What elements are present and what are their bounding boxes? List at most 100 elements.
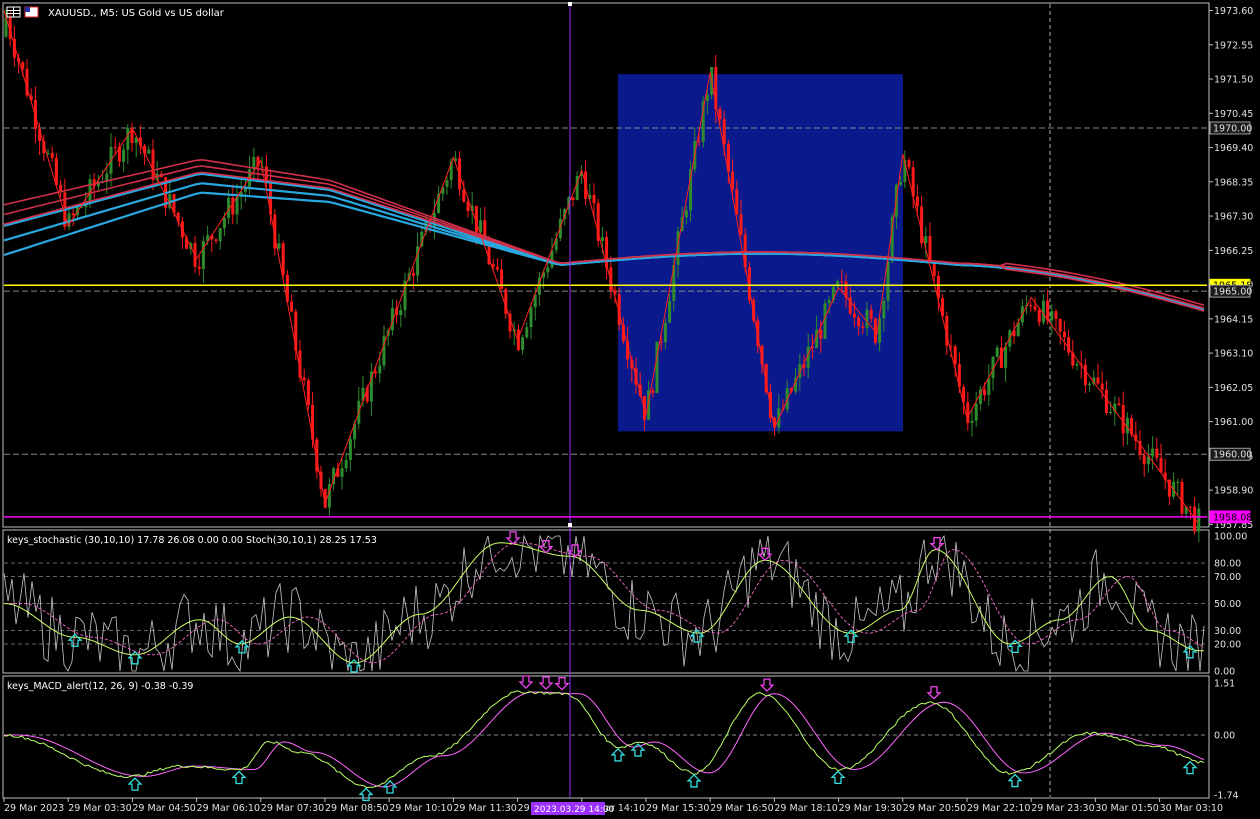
candle-body bbox=[525, 327, 529, 338]
candle-body bbox=[311, 404, 315, 440]
candle-body bbox=[1109, 411, 1113, 413]
candle-body bbox=[722, 119, 726, 145]
candle-body bbox=[1062, 331, 1066, 338]
candle-body bbox=[869, 309, 873, 319]
price-tick-label: 1970.45 bbox=[1214, 109, 1253, 120]
candle-body bbox=[1197, 508, 1201, 532]
time-tick-label: 29 Mar 03:30 bbox=[68, 803, 131, 814]
candle-body bbox=[411, 273, 415, 276]
candle-body bbox=[231, 197, 235, 215]
trading-chart[interactable]: 1973.60 1972.55 1971.50 1970.45 1969.40 1968.… bbox=[0, 0, 1260, 819]
stoch-tick-label: 80.00 bbox=[1214, 559, 1241, 570]
time-tick-label: 29 Mar 20:50 bbox=[903, 803, 966, 814]
candle-body bbox=[882, 300, 886, 319]
candle-body bbox=[1155, 448, 1159, 459]
candle-body bbox=[1054, 311, 1058, 319]
macd-panel[interactable] bbox=[2, 675, 1210, 799]
candle-body bbox=[668, 301, 672, 323]
candle-body bbox=[399, 310, 403, 316]
candle-body bbox=[21, 62, 25, 69]
macd-tick-label: 0.00 bbox=[1214, 731, 1235, 742]
candle-body bbox=[840, 281, 844, 283]
candle-body bbox=[592, 194, 596, 204]
price-tick-label: 1966.25 bbox=[1214, 246, 1253, 257]
candle-body bbox=[1004, 346, 1008, 368]
candle-body bbox=[861, 326, 865, 328]
macd-tick-label: -1.74 bbox=[1214, 791, 1239, 802]
time-tick-label: 30 Mar 03:10 bbox=[1160, 803, 1223, 814]
candle-body bbox=[735, 189, 739, 215]
candle-body bbox=[126, 128, 130, 150]
candle-body bbox=[378, 365, 382, 374]
candle-body bbox=[899, 182, 903, 185]
candle-body bbox=[344, 459, 348, 469]
candle-body bbox=[1188, 506, 1192, 508]
candle-body bbox=[348, 439, 352, 460]
candle-body bbox=[340, 468, 344, 477]
candle-body bbox=[1083, 364, 1087, 386]
chart-title: XAUUSD., M5: US Gold vs US dollar bbox=[48, 8, 225, 19]
time-tick-label: 29 Mar 15:30 bbox=[646, 803, 709, 814]
candle-body bbox=[1117, 403, 1121, 405]
candle-body bbox=[852, 313, 856, 318]
price-badge-label: 1958.08 bbox=[1213, 512, 1252, 523]
candle-body bbox=[718, 108, 722, 120]
stoch-tick-label: 20.00 bbox=[1214, 640, 1241, 651]
candle-body bbox=[739, 214, 743, 235]
candle-body bbox=[915, 196, 919, 207]
candle-body bbox=[147, 149, 151, 154]
price-tick-label: 1962.05 bbox=[1214, 383, 1253, 394]
candle-body bbox=[684, 210, 688, 218]
time-tick-label: 29 Mar 23:30 bbox=[1031, 803, 1094, 814]
candle-body bbox=[928, 236, 932, 261]
time-tick-label: 29 Mar 07:30 bbox=[261, 803, 324, 814]
crosshair-time-badge: 2023.03.29 14:00 bbox=[531, 802, 615, 815]
candle-body bbox=[113, 146, 117, 148]
crosshair-handle-bottom bbox=[568, 523, 572, 527]
candle-body bbox=[1075, 363, 1079, 366]
candle-body bbox=[201, 241, 205, 269]
candle-body bbox=[1050, 311, 1054, 321]
candle-body bbox=[495, 266, 499, 270]
candle-body bbox=[235, 196, 239, 215]
candle-body bbox=[907, 159, 911, 168]
candle-body bbox=[1096, 377, 1100, 384]
price-tick-label: 1973.60 bbox=[1214, 6, 1253, 17]
time-tick-label: 29 Mar 19:30 bbox=[839, 803, 902, 814]
candle-body bbox=[50, 153, 54, 158]
stoch-tick-label: 50.00 bbox=[1214, 599, 1241, 610]
candle-body bbox=[857, 317, 861, 327]
candle-body bbox=[731, 171, 735, 190]
price-tick-label: 1961.00 bbox=[1214, 417, 1253, 428]
candle-body bbox=[462, 189, 466, 202]
price-tick-label: 1971.50 bbox=[1214, 75, 1253, 86]
candle-body bbox=[529, 307, 533, 328]
candle-body bbox=[1159, 458, 1163, 473]
price-badge-label: 1960.00 bbox=[1213, 450, 1252, 461]
candle-body bbox=[974, 403, 978, 421]
candle-body bbox=[1088, 383, 1092, 386]
candle-body bbox=[953, 346, 957, 365]
macd-tick-label: 1.51 bbox=[1214, 679, 1235, 690]
stoch-tick-label: 100.00 bbox=[1214, 532, 1247, 543]
candle-body bbox=[1100, 383, 1104, 390]
candle-body bbox=[222, 217, 226, 229]
candle-body bbox=[865, 309, 869, 328]
price-tick-label: 1972.55 bbox=[1214, 40, 1253, 51]
price-tick-label: 1963.10 bbox=[1214, 349, 1253, 360]
candle-body bbox=[1142, 455, 1146, 465]
candle-body bbox=[521, 337, 525, 350]
candle-body bbox=[1029, 304, 1033, 307]
candle-body bbox=[924, 236, 928, 244]
candle-body bbox=[966, 402, 970, 423]
candle-body bbox=[1058, 318, 1062, 332]
candle-body bbox=[71, 213, 75, 216]
price-badge-label: 1970.00 bbox=[1213, 123, 1252, 134]
candle-body bbox=[302, 377, 306, 381]
stochastic-panel[interactable] bbox=[2, 529, 1210, 674]
time-tick-label: 29 Mar 11:30 bbox=[453, 803, 516, 814]
candle-body bbox=[983, 389, 987, 395]
candle-body bbox=[54, 157, 58, 185]
price-tick-label: 1967.30 bbox=[1214, 212, 1253, 223]
candle-body bbox=[445, 180, 449, 187]
